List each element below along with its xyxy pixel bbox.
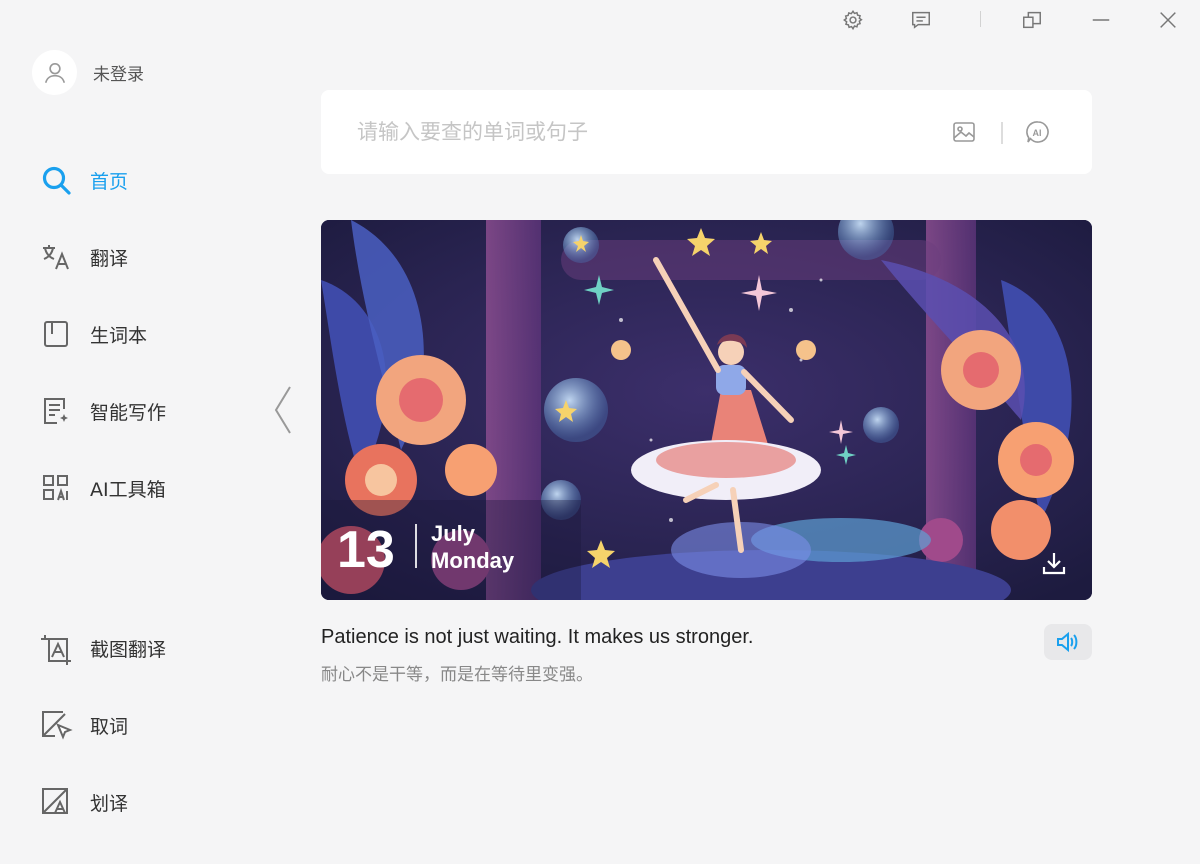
search-box: AI (321, 90, 1092, 174)
nav-ai-toolbox[interactable]: AI工具箱 (38, 468, 166, 508)
daily-quote-chinese: 耐心不是干等，而是在等待里变强。 (321, 665, 593, 685)
user-icon (32, 50, 77, 95)
close-icon[interactable] (1154, 6, 1182, 34)
select-translate-icon (38, 784, 74, 820)
screenshot-translate-icon (38, 630, 74, 666)
search-input[interactable] (357, 112, 917, 152)
daily-banner: 13 July Monday (321, 220, 1092, 600)
nav-translate-label: 翻译 (90, 247, 129, 270)
banner-weekday: Monday (431, 548, 515, 573)
nav-select-translate[interactable]: 划译 (38, 782, 128, 822)
banner-date-divider (415, 524, 417, 568)
nav-notebook[interactable]: 生词本 (38, 314, 147, 354)
banner-month: July (431, 521, 476, 546)
nav-writing[interactable]: 智能写作 (38, 391, 166, 431)
user-name: 未登录 (93, 65, 144, 85)
titlebar-separator (980, 11, 981, 27)
writing-icon (38, 393, 74, 429)
nav-ai-toolbox-label: AI工具箱 (90, 478, 166, 501)
minimize-icon[interactable] (1087, 6, 1115, 34)
nav-notebook-label: 生词本 (90, 324, 148, 347)
feedback-icon[interactable] (907, 6, 935, 34)
nav-home-label: 首页 (90, 170, 129, 193)
speaker-icon[interactable] (1044, 624, 1092, 660)
ai-toolbox-icon (38, 470, 74, 506)
nav-pick-word-label: 取词 (90, 715, 129, 738)
nav-home[interactable]: 首页 (38, 160, 128, 200)
pick-word-icon (38, 707, 74, 743)
nav-screenshot-translate-label: 截图翻译 (90, 638, 167, 661)
app-window: 未登录 首页 翻译 生词本 智能写作 AI工具箱 截图翻译 取词 划译 请输入要… (0, 0, 1200, 864)
collapse-sidebar-chevron-icon[interactable] (270, 384, 296, 436)
download-icon[interactable] (1039, 548, 1069, 578)
notebook-icon (38, 316, 74, 352)
image-search-icon[interactable] (951, 119, 979, 147)
nav-select-translate-label: 划译 (90, 792, 129, 815)
user-login[interactable]: 未登录 (32, 50, 144, 95)
search-icon (38, 162, 74, 198)
gear-icon[interactable] (839, 6, 867, 34)
daily-quote-english: Patience is not just waiting. It makes u… (321, 626, 754, 648)
banner-day: 13 (337, 521, 395, 579)
restore-window-icon[interactable] (1018, 6, 1046, 34)
nav-pick-word[interactable]: 取词 (38, 705, 128, 745)
nav-translate[interactable]: 翻译 (38, 237, 128, 277)
ai-chat-icon[interactable]: AI (1025, 119, 1053, 147)
nav-screenshot-translate[interactable]: 截图翻译 (38, 628, 166, 668)
svg-text:AI: AI (1033, 128, 1042, 138)
translate-icon (38, 239, 74, 275)
nav-writing-label: 智能写作 (90, 401, 167, 424)
search-separator (1001, 122, 1003, 144)
